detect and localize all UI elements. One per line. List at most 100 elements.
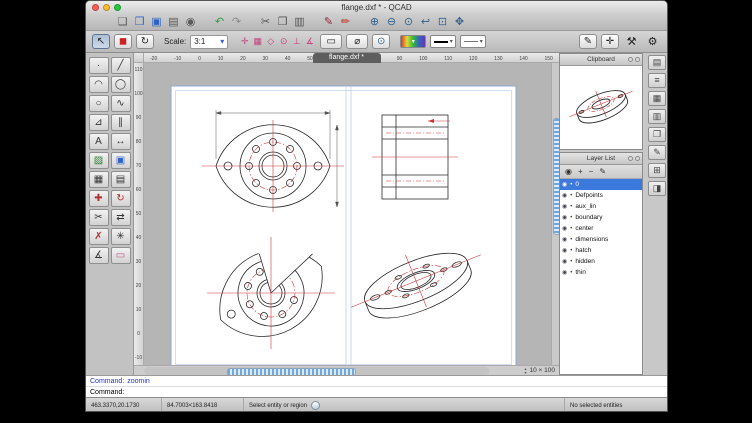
snap-free-icon[interactable]: ✛ — [238, 36, 251, 47]
copy-icon[interactable]: ❐ — [274, 15, 291, 29]
eye-icon[interactable]: ◉ — [562, 181, 567, 188]
image-tool-icon[interactable]: ▣ — [111, 152, 131, 169]
drawing-tab[interactable]: flange.dxf * — [313, 53, 381, 63]
trim-tool-icon[interactable]: ✂ — [89, 209, 109, 226]
add-layer-icon[interactable]: + — [578, 167, 583, 176]
panel-float-button[interactable] — [628, 156, 633, 161]
cut-icon[interactable]: ✂ — [257, 15, 274, 29]
draw-pen-icon[interactable]: ✎ — [320, 15, 337, 29]
layer-row[interactable]: ◉ • hidden — [560, 256, 642, 267]
new-file-icon[interactable]: ❏ — [114, 15, 131, 29]
scale-select[interactable]: 3:1 ▾ — [190, 35, 228, 49]
zoom-in-icon[interactable]: ⊕ — [366, 15, 383, 29]
clipboard-toggle-icon[interactable]: ❐ — [648, 127, 666, 142]
color-select[interactable]: ▾ — [400, 35, 426, 48]
ellipse-tool-icon[interactable]: ○ — [89, 95, 109, 112]
crosshair-button[interactable]: ✛ — [601, 34, 619, 49]
polyline-tool-icon[interactable]: ⊿ — [89, 114, 109, 131]
reset-button[interactable]: ◼ — [114, 34, 132, 49]
command-input[interactable]: Command: — [86, 386, 668, 397]
edit-layer-icon[interactable]: ✎ — [599, 167, 606, 176]
selection-pointer-button[interactable]: ↖ — [92, 34, 110, 49]
lock-icon[interactable]: • — [570, 248, 572, 254]
layer-row[interactable]: ◉ • boundary — [560, 212, 642, 223]
offset-tool-icon[interactable]: ∥ — [111, 114, 131, 131]
layer-list-toggle-icon[interactable]: ≡ — [648, 73, 666, 88]
lock-icon[interactable]: • — [570, 237, 572, 243]
circle-tool-icon[interactable]: ◯ — [111, 76, 131, 93]
dimension-tool-icon[interactable]: ↔ — [111, 133, 131, 150]
eye-icon[interactable]: ◉ — [562, 214, 567, 221]
move-tool-icon[interactable]: ✚ — [89, 190, 109, 207]
print-preview-icon[interactable]: ◉ — [182, 15, 199, 29]
v-scrollbar[interactable] — [551, 63, 559, 365]
eye-icon[interactable]: ◉ — [562, 225, 567, 232]
text-tool-icon[interactable]: A — [89, 133, 109, 150]
property-editor-toggle-icon[interactable]: ▤ — [648, 55, 666, 70]
rotate-tool-icon[interactable]: ↻ — [111, 190, 131, 207]
lock-icon[interactable]: • — [570, 215, 572, 221]
snap-perpendicular-icon[interactable]: ⊥ — [290, 36, 303, 47]
lock-icon[interactable]: • — [570, 226, 572, 232]
minimize-window-button[interactable] — [103, 4, 110, 11]
point-tool-icon[interactable]: · — [89, 57, 109, 74]
zoom-window-button[interactable] — [114, 4, 121, 11]
zoom-redraw-button[interactable]: ⊙ — [372, 34, 390, 49]
lock-icon[interactable]: • — [570, 193, 572, 199]
arc-tool-icon[interactable]: ◠ — [89, 76, 109, 93]
remove-layer-icon[interactable]: − — [589, 167, 594, 176]
paste-icon[interactable]: ▥ — [291, 15, 308, 29]
grid-toggle-icon[interactable]: ⊞ — [648, 163, 666, 178]
pan-icon[interactable]: ✥ — [451, 15, 468, 29]
lock-icon[interactable]: • — [570, 259, 572, 265]
panel-close-button[interactable] — [635, 156, 640, 161]
eye-icon[interactable]: ◉ — [562, 203, 567, 210]
previous-view-icon[interactable]: ↩ — [417, 15, 434, 29]
layer-row[interactable]: ◉ • thin — [560, 267, 642, 278]
close-window-button[interactable] — [92, 4, 99, 11]
lock-icon[interactable]: • — [570, 204, 572, 210]
layer-row[interactable]: ◉ • dimensions — [560, 234, 642, 245]
hammer-tools-icon[interactable]: ⚒ — [623, 35, 640, 49]
open-file-icon[interactable]: ❒ — [131, 15, 148, 29]
spline-tool-icon[interactable]: ∿ — [111, 95, 131, 112]
layer-row[interactable]: ◉ • 0 — [560, 179, 642, 190]
eye-icon[interactable]: ◉ — [562, 258, 567, 265]
restrict-button[interactable]: ▭ — [320, 34, 342, 49]
delete-tool-icon[interactable]: ✗ — [89, 228, 109, 245]
selection-mode-badge[interactable] — [311, 401, 320, 410]
h-scrollbar[interactable] — [144, 367, 489, 375]
layer-row[interactable]: ◉ • center — [560, 223, 642, 234]
block-list-toggle-icon[interactable]: ▦ — [648, 91, 666, 106]
eye-icon[interactable]: ◉ — [562, 236, 567, 243]
layer-row[interactable]: ◉ • Defpoints — [560, 190, 642, 201]
eye-icon[interactable]: ◉ — [562, 247, 567, 254]
line-tool-icon[interactable]: ╱ — [111, 57, 131, 74]
zoom-out-icon[interactable]: ⊖ — [383, 15, 400, 29]
scale-tool-icon[interactable]: ⇄ — [111, 209, 131, 226]
draft-mode-button[interactable]: ✎ — [579, 34, 597, 49]
explode-tool-icon[interactable]: ✳ — [111, 228, 131, 245]
zoom-window-icon[interactable]: ⊡ — [434, 15, 451, 29]
grid-stepper[interactable]: ▴▾ — [525, 367, 527, 375]
snap-grid-icon[interactable]: ▦ — [251, 36, 264, 47]
print-icon[interactable]: ▤ — [165, 15, 182, 29]
eye-icon[interactable]: ◉ — [562, 269, 567, 276]
measure-button[interactable]: ⌀ — [346, 34, 368, 49]
settings-wrench-icon[interactable]: ⚙ — [644, 35, 661, 49]
block-tool-icon[interactable]: ▦ — [89, 171, 109, 188]
layer-visibility-icon[interactable]: ◉ — [565, 167, 572, 176]
save-file-icon[interactable]: ▣ — [148, 15, 165, 29]
repeat-action-button[interactable]: ↻ — [136, 34, 154, 49]
layer-row[interactable]: ◉ • aux_lin — [560, 201, 642, 212]
lock-icon[interactable]: • — [570, 182, 572, 188]
snap-endpoint-icon[interactable]: ◇ — [264, 36, 277, 47]
view-toggle-icon[interactable]: ◨ — [648, 181, 666, 196]
lineweight-select[interactable]: ▾ — [430, 35, 456, 48]
lock-icon[interactable]: • — [570, 270, 572, 276]
linetype-select[interactable]: ▾ — [460, 35, 486, 48]
undo-icon[interactable]: ↶ — [211, 15, 228, 29]
hatch-tool-icon[interactable]: ▨ — [89, 152, 109, 169]
library-browser-toggle-icon[interactable]: ▥ — [648, 109, 666, 124]
layer-row[interactable]: ◉ • hatch — [560, 245, 642, 256]
